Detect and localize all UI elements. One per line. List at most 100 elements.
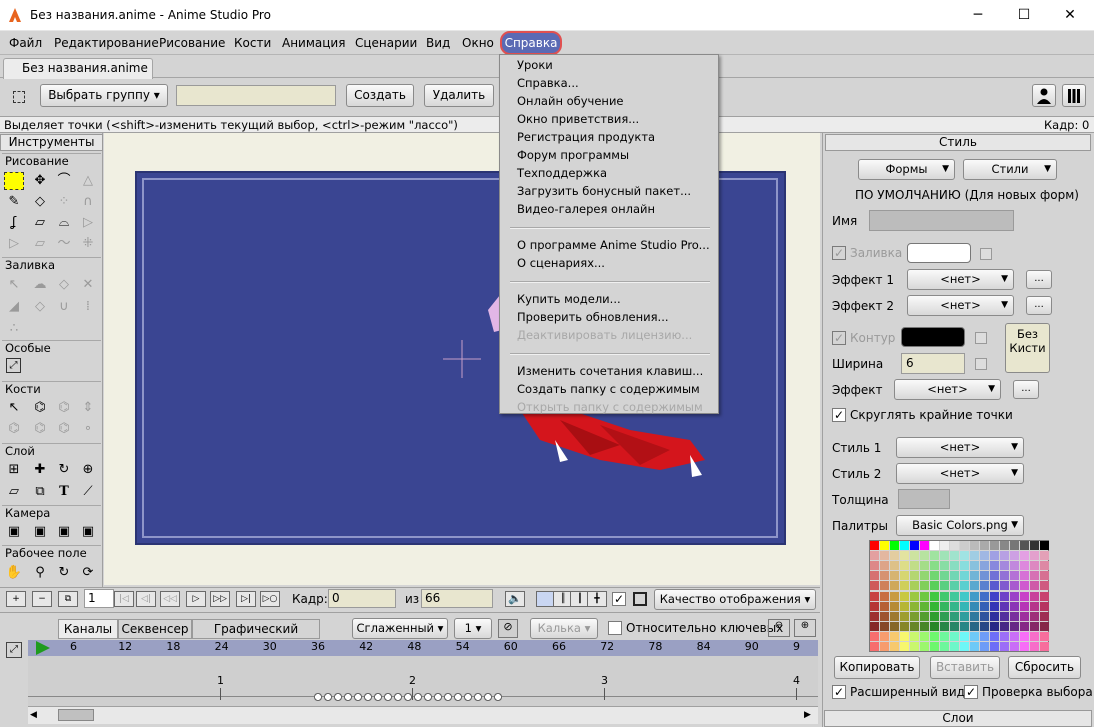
menu-item-support[interactable]: Техподдержка (517, 166, 607, 180)
width-field[interactable]: 6 (901, 353, 965, 374)
palette-swatch[interactable] (940, 621, 949, 631)
close-button[interactable]: ✕ (1047, 0, 1093, 31)
palette-swatch[interactable] (870, 541, 879, 550)
palette-swatch[interactable] (990, 601, 999, 611)
palette-swatch[interactable] (1000, 541, 1009, 550)
palette-swatch[interactable] (890, 571, 899, 581)
palette-swatch[interactable] (1010, 601, 1019, 611)
effect1-more-button[interactable]: ... (1026, 270, 1052, 289)
line-width-icon[interactable]: ◢ (4, 298, 24, 316)
person-icon[interactable] (1032, 84, 1056, 107)
palette-swatch[interactable] (1040, 611, 1049, 621)
perspective-icon[interactable]: ▷ (4, 235, 24, 253)
flip-layer-icon[interactable]: ⧉ (30, 483, 50, 501)
palette-swatch[interactable] (940, 561, 949, 571)
palette-swatch[interactable] (980, 642, 989, 651)
eraser-icon[interactable]: ▱ (30, 214, 50, 232)
palette-swatch[interactable] (950, 581, 959, 591)
palette-swatch[interactable] (940, 642, 949, 651)
palette-swatch[interactable] (1010, 571, 1019, 581)
palette-swatch[interactable] (890, 601, 899, 611)
name-field[interactable] (869, 210, 1014, 231)
palette-swatch[interactable] (1040, 561, 1049, 571)
palette-swatch[interactable] (910, 541, 919, 550)
palette-swatch[interactable] (1010, 631, 1019, 641)
palette-swatch[interactable] (1010, 581, 1019, 591)
palette-swatch[interactable] (870, 621, 879, 631)
palette-swatch[interactable] (960, 581, 969, 591)
palette-swatch[interactable] (900, 621, 909, 631)
effect2-dropdown[interactable]: <нет> ▼ (907, 295, 1014, 316)
copy-button[interactable]: Копировать (834, 656, 920, 679)
palette-swatch[interactable] (960, 571, 969, 581)
palette-swatch[interactable] (970, 621, 979, 631)
menu-window[interactable]: Окно (462, 36, 494, 50)
palette-swatch[interactable] (960, 551, 969, 561)
set-origin-icon[interactable]: ⊞ (4, 461, 24, 479)
round-caps-checkbox[interactable]: ✓ (832, 408, 846, 422)
library-icon[interactable] (1062, 84, 1086, 107)
orbit-icon[interactable]: ⟳ (78, 564, 98, 582)
palette-swatch[interactable] (870, 561, 879, 571)
palette-swatch[interactable] (920, 541, 929, 550)
menu-draw[interactable]: Рисование (159, 36, 225, 50)
palette-swatch[interactable] (1000, 601, 1009, 611)
create-shape-icon[interactable]: ☁ (30, 276, 50, 294)
scale-layer-icon[interactable]: ⊕ (78, 461, 98, 479)
palette-swatch[interactable] (900, 611, 909, 621)
camera-zoom-icon[interactable]: ▣ (30, 523, 50, 541)
palette-swatch[interactable] (1010, 551, 1019, 561)
palette-swatch[interactable] (1000, 621, 1009, 631)
palette-swatch[interactable] (970, 591, 979, 601)
palette-swatch[interactable] (870, 551, 879, 561)
palette-swatch[interactable] (1020, 561, 1029, 571)
fill-checkbox[interactable]: ✓ (832, 246, 846, 260)
palette-swatch[interactable] (920, 581, 929, 591)
scroll-thumb[interactable] (58, 709, 94, 721)
translate-layer-icon[interactable]: ✚ (30, 461, 50, 479)
palette-swatch[interactable] (960, 621, 969, 631)
palette-swatch[interactable] (940, 541, 949, 550)
palette-swatch[interactable] (960, 591, 969, 601)
palette-swatch[interactable] (1010, 642, 1019, 651)
palette-swatch[interactable] (990, 611, 999, 621)
palette-swatch[interactable] (950, 551, 959, 561)
camera-frame-icon[interactable] (633, 592, 647, 606)
palette-swatch[interactable] (1000, 631, 1009, 641)
palette-swatch[interactable] (950, 561, 959, 571)
palette-swatch[interactable] (990, 551, 999, 561)
palette-swatch[interactable] (1000, 591, 1009, 601)
palette-swatch[interactable] (890, 551, 899, 561)
palette-swatch[interactable] (880, 541, 889, 550)
menu-edit[interactable]: Редактирование (54, 36, 159, 50)
palette-swatch[interactable] (970, 551, 979, 561)
expanded-view-checkbox[interactable]: ✓ (832, 685, 846, 699)
palette-swatch[interactable] (940, 611, 949, 621)
menu-item-register[interactable]: Регистрация продукта (517, 130, 655, 144)
palette-swatch[interactable] (1040, 551, 1049, 561)
palette-swatch[interactable] (910, 591, 919, 601)
shear-layer-icon[interactable]: ▱ (4, 483, 24, 501)
palette-swatch[interactable] (1020, 551, 1029, 561)
freehand-icon[interactable]: ✎ (4, 193, 24, 211)
palette-swatch[interactable] (990, 571, 999, 581)
palette-swatch[interactable] (940, 631, 949, 641)
paint-bucket-icon[interactable]: ◇ (54, 276, 74, 294)
next-icon[interactable]: ▷▷ (210, 591, 230, 607)
palette-swatch[interactable] (940, 551, 949, 561)
menu-bones[interactable]: Кости (234, 36, 271, 50)
palette-swatch[interactable] (1040, 591, 1049, 601)
insert-text-icon[interactable]: ⤢ (6, 358, 21, 373)
preview-checkbox[interactable]: ✓ (612, 592, 626, 606)
menu-view[interactable]: Вид (426, 36, 450, 50)
quality-dropdown[interactable]: Качество отображения ▾ (654, 589, 816, 610)
palette-swatch[interactable] (910, 581, 919, 591)
palette-swatch[interactable] (870, 642, 879, 651)
tab-sequencer[interactable]: Секвенсер (118, 619, 192, 639)
frame-start-field[interactable]: 1 (84, 589, 114, 608)
palette-swatch[interactable] (930, 571, 939, 581)
palette-swatch[interactable] (960, 631, 969, 641)
palette-swatch[interactable] (900, 541, 909, 550)
menu-item-about[interactable]: О программе Anime Studio Pro... (517, 238, 710, 252)
camera-track-icon[interactable]: ▣ (4, 523, 24, 541)
